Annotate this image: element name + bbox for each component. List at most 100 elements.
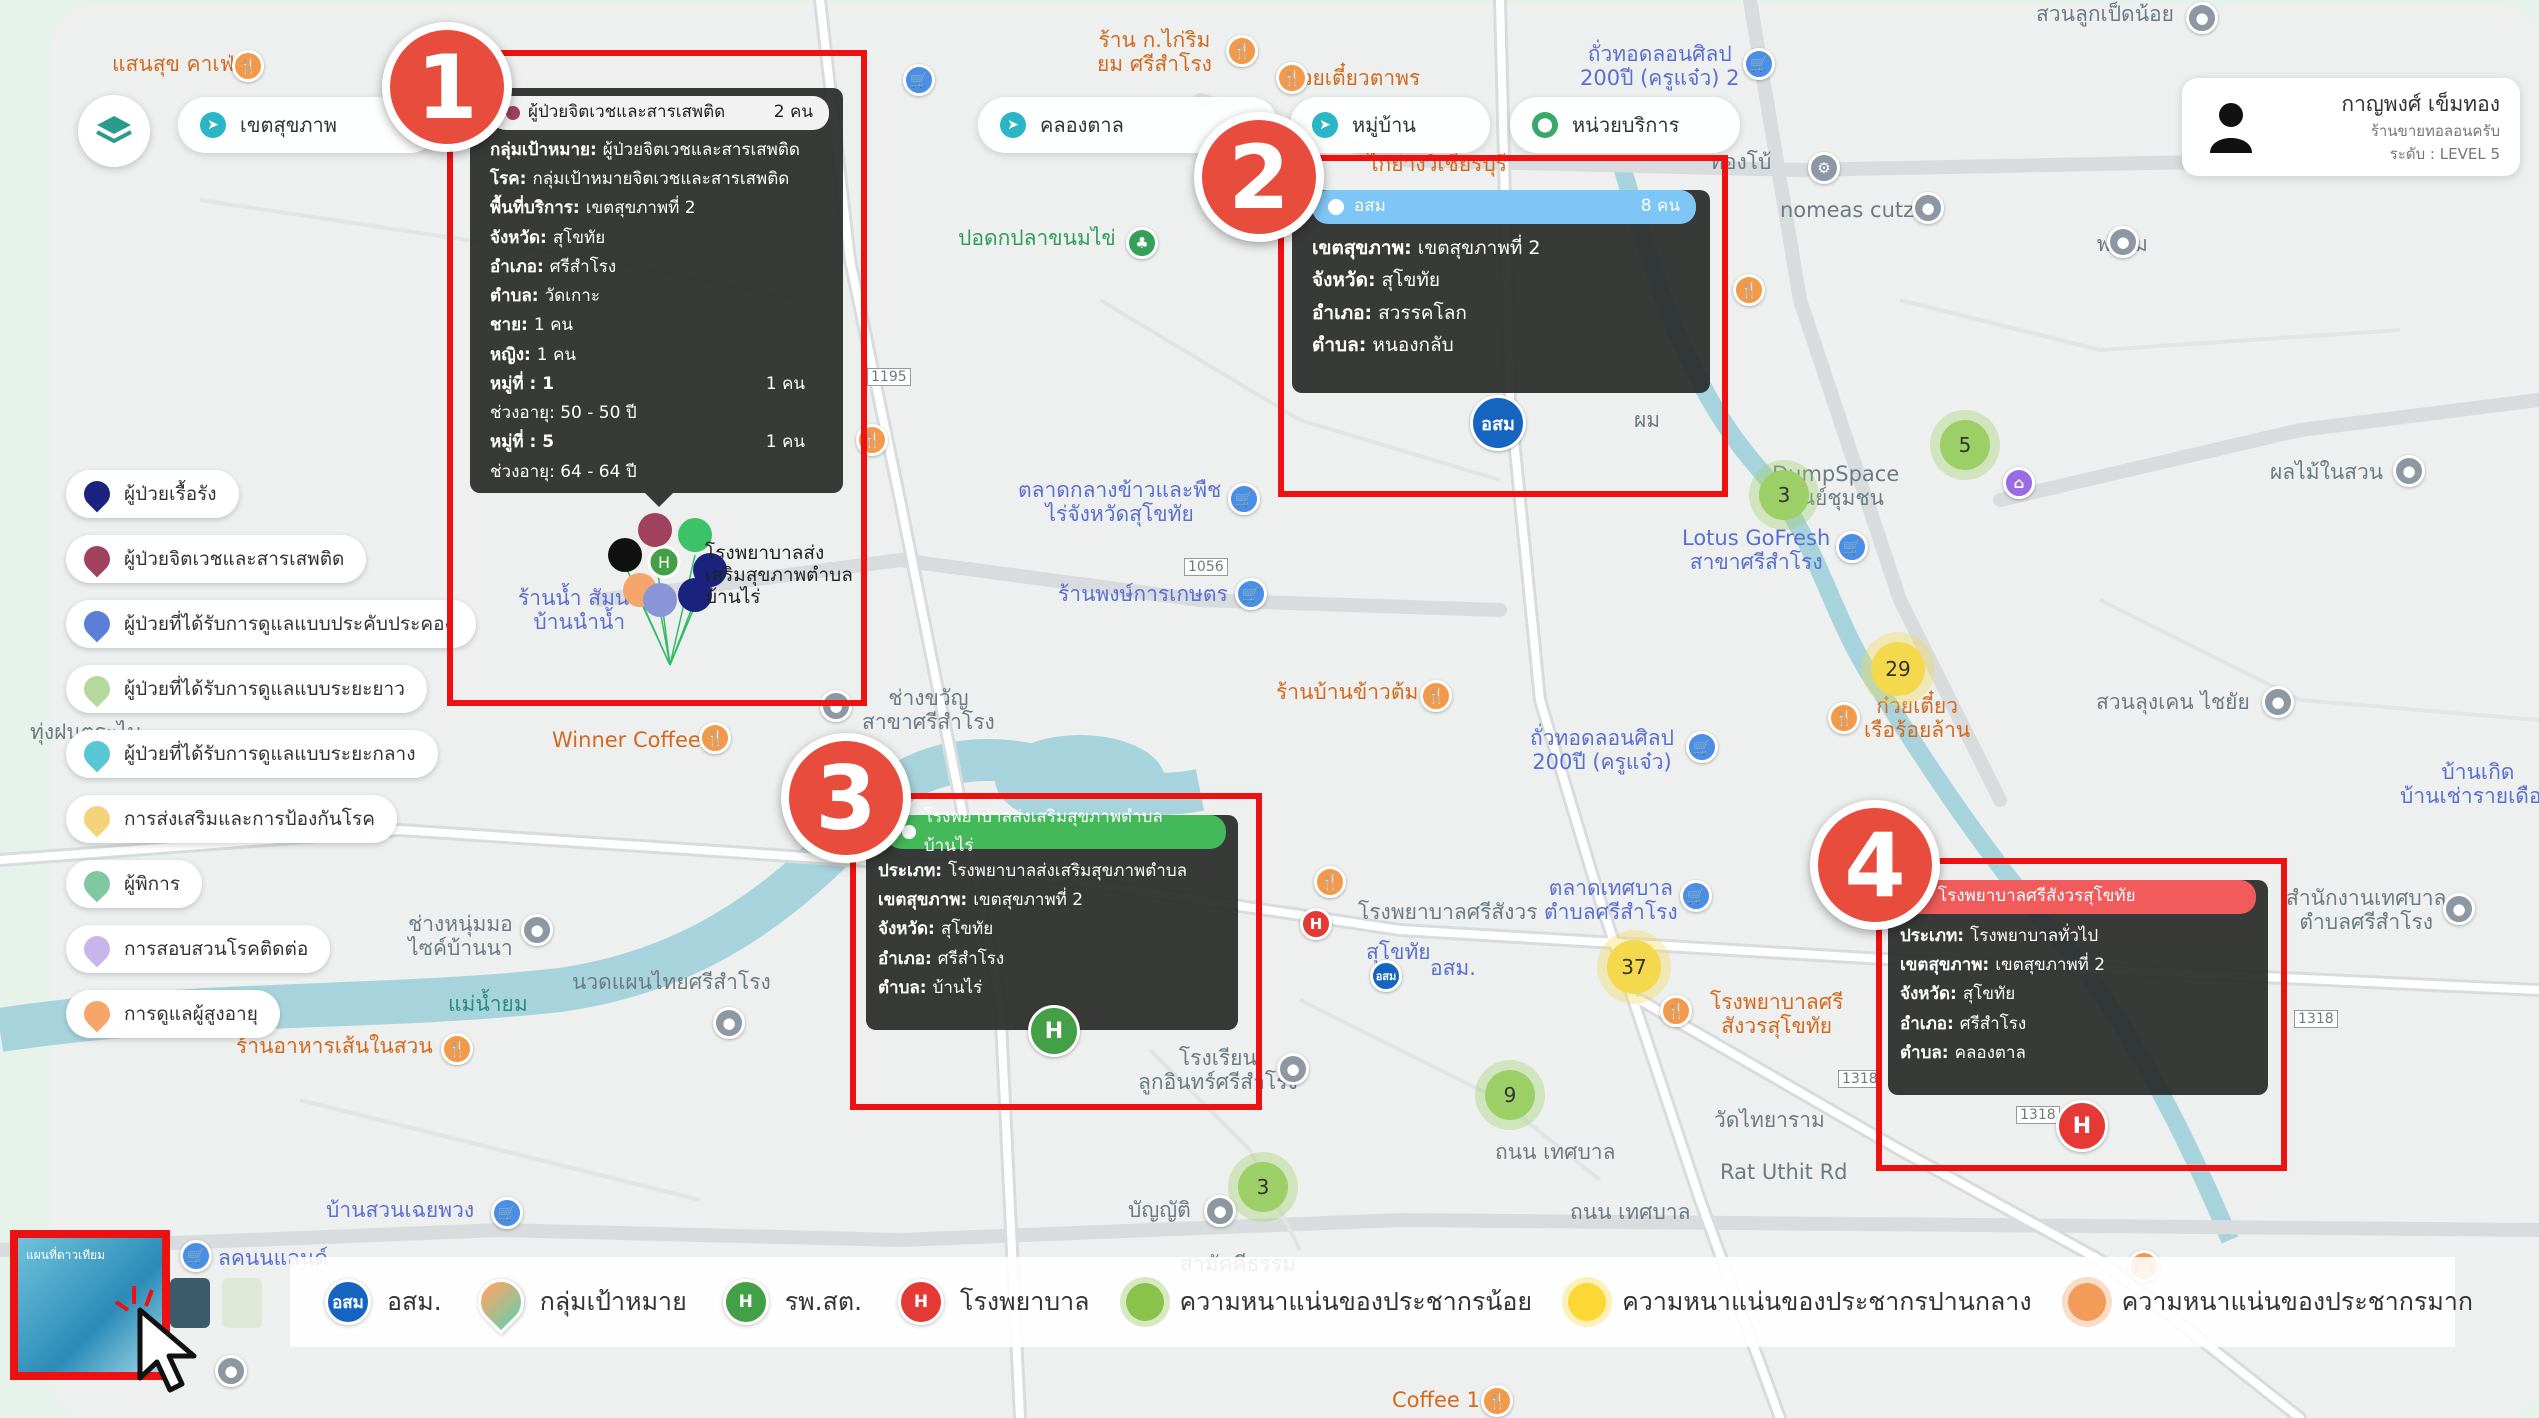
legend-pin-icon bbox=[78, 800, 116, 838]
restaurant-poi-icon[interactable]: 🍴 bbox=[1481, 1385, 1513, 1417]
map-place-label: Winner Coffee bbox=[552, 728, 701, 752]
legend-item[interactable]: การส่งเสริมและการป้องกันโรค bbox=[66, 795, 397, 843]
legend-item[interactable]: ผู้ป่วยเรื้อรัง bbox=[66, 470, 239, 518]
place-poi-icon[interactable]: ● bbox=[1912, 192, 1944, 224]
restaurant-poi-icon[interactable]: 🍴 bbox=[1733, 274, 1765, 306]
shopping-poi-icon[interactable]: ⌂ bbox=[2003, 467, 2035, 499]
hospital-poi-icon[interactable]: H bbox=[1300, 908, 1332, 940]
restaurant-poi-icon[interactable]: 🍴 bbox=[1314, 866, 1346, 898]
place-poi-icon[interactable]: ● bbox=[2393, 455, 2425, 487]
legend-pin-icon bbox=[78, 540, 116, 578]
symbol-legend-item: H รพ.สต. bbox=[722, 1279, 863, 1325]
chip-label: หน่วยบริการ bbox=[1572, 113, 1680, 137]
legend-label: ผู้ป่วยที่ได้รับการดูแลแบบประคับประคอง bbox=[124, 613, 454, 635]
symbol-legend-label: กลุ่มเป้าหมาย bbox=[539, 1287, 687, 1316]
restaurant-poi-icon[interactable]: 🍴 bbox=[1276, 62, 1308, 94]
shopping-poi-icon[interactable]: 🛒 bbox=[1836, 531, 1868, 563]
place-poi-icon[interactable]: ● bbox=[521, 914, 553, 946]
shopping-poi-icon[interactable]: 🛒 bbox=[1235, 578, 1267, 610]
basemap-option-terrain[interactable] bbox=[222, 1278, 262, 1328]
map-place-label: ก๋วยเตี๋ยว เรือร้อยล้าน bbox=[1864, 694, 1971, 743]
map-place-label: ถนน เทศบาล bbox=[1495, 1140, 1616, 1164]
legend-pin-icon bbox=[78, 605, 116, 643]
shopping-poi-icon[interactable]: 🛒 bbox=[1686, 731, 1718, 763]
map-place-label: ถั่วทอดลอนศิลป 200ปี (ครูแจ๋ว) 2 bbox=[1580, 42, 1740, 91]
basemap-thumb-label: แผนที่ดาวเทียม bbox=[26, 1248, 106, 1262]
chip-service-unit[interactable]: ⬤ หน่วยบริการ bbox=[1510, 97, 1740, 153]
restaurant-poi-icon[interactable]: 🍴 bbox=[1828, 702, 1860, 734]
restaurant-poi-icon[interactable]: 🍴 bbox=[1660, 995, 1692, 1027]
shopping-poi-icon[interactable]: 🛒 bbox=[1228, 483, 1260, 515]
symbol-legend-item: ความหนาแน่นของประชากรน้อย bbox=[1125, 1282, 1532, 1322]
shopping-poi-icon[interactable]: 🛒 bbox=[1743, 48, 1775, 80]
legend-item[interactable]: การสอบสวนโรคติดต่อ bbox=[66, 925, 331, 973]
place-poi-icon[interactable]: ● bbox=[1204, 1195, 1236, 1227]
cluster-marker[interactable]: 3 bbox=[1759, 470, 1809, 520]
annotation-box-2 bbox=[1278, 155, 1728, 497]
target-group-legend: ผู้ป่วยเรื้อรังผู้ป่วยจิตเวชและสารเสพติด… bbox=[66, 470, 476, 1055]
map-place-label: โรงพยาบาลศรีสังวร bbox=[1358, 900, 1538, 924]
cluster-marker[interactable]: 29 bbox=[1871, 642, 1925, 696]
restaurant-poi-icon[interactable]: 🍴 bbox=[699, 722, 731, 754]
park-poi-icon[interactable]: ♣ bbox=[1126, 227, 1158, 259]
legend-label: การสอบสวนโรคติดต่อ bbox=[124, 938, 309, 960]
map-symbol-legend: อสม อสม. กลุ่มเป้าหมาย H รพ.สต. H โรงพยาบาล ควา… bbox=[290, 1257, 2473, 1347]
map-place-label: สวนลูกเป็ดน้อย bbox=[2036, 2, 2174, 26]
legend-item[interactable]: ผู้พิการ bbox=[66, 860, 203, 908]
symbol-legend-item: ความหนาแน่นของประชากรปานกลาง bbox=[1568, 1282, 2032, 1322]
nav-arrow-icon: ➤ bbox=[1000, 112, 1026, 138]
map-place-label: Rat Uthit Rd bbox=[1720, 1160, 1848, 1184]
place-poi-icon[interactable]: ● bbox=[713, 1007, 745, 1039]
legend-pin-icon bbox=[78, 670, 116, 708]
legend-pin-icon bbox=[78, 475, 116, 513]
cluster-marker[interactable]: 9 bbox=[1485, 1070, 1535, 1120]
legend-item[interactable]: ผู้ป่วยที่ได้รับการดูแลแบบระยะกลาง bbox=[66, 730, 438, 778]
symbol-legend-label: โรงพยาบาล bbox=[960, 1287, 1090, 1316]
layers-button[interactable] bbox=[78, 95, 150, 167]
annotation-box-3 bbox=[850, 793, 1262, 1110]
map-place-label: แสนสุข คาเฟ่ bbox=[112, 52, 235, 76]
legend-item[interactable]: ผู้ป่วยจิตเวชและสารเสพติด bbox=[66, 535, 367, 583]
shopping-poi-icon[interactable]: 🛒 bbox=[903, 64, 935, 96]
density-symbol-icon bbox=[468, 1269, 534, 1335]
place-poi-icon[interactable]: ● bbox=[2107, 226, 2139, 258]
shopping-poi-icon[interactable]: 🛒 bbox=[1680, 880, 1712, 912]
place-poi-icon[interactable]: ● bbox=[1277, 1053, 1309, 1085]
symbol-legend-label: รพ.สต. bbox=[784, 1287, 863, 1316]
nav-arrow-icon: ➤ bbox=[1312, 112, 1338, 138]
symbol-legend-item: H โรงพยาบาล bbox=[898, 1279, 1090, 1325]
place-poi-icon[interactable]: ● bbox=[2186, 2, 2218, 34]
hospital-symbol-icon: H bbox=[722, 1279, 769, 1325]
restaurant-poi-icon[interactable]: 🍴 bbox=[232, 50, 264, 82]
density-symbol-icon bbox=[1125, 1283, 1164, 1321]
legend-label: ผู้ป่วยที่ได้รับการดูแลแบบระยะยาว bbox=[124, 678, 405, 700]
legend-item[interactable]: การดูแลผู้สูงอายุ bbox=[66, 990, 280, 1038]
restaurant-poi-icon[interactable]: 🍴 bbox=[1226, 35, 1258, 67]
cluster-marker[interactable]: 3 bbox=[1238, 1162, 1288, 1212]
place-poi-icon[interactable]: ⚙ bbox=[1808, 152, 1840, 184]
chip-label: เขตสุขภาพ bbox=[240, 113, 337, 137]
density-symbol-icon bbox=[1568, 1283, 1607, 1321]
cluster-marker[interactable]: 5 bbox=[1940, 420, 1990, 470]
place-poi-icon[interactable]: ● bbox=[2262, 686, 2294, 718]
map-place-label: บัญญัติ bbox=[1128, 1198, 1191, 1222]
legend-label: ผู้ป่วยที่ได้รับการดูแลแบบระยะกลาง bbox=[124, 743, 416, 765]
shopping-poi-icon[interactable]: 🛒 bbox=[491, 1197, 523, 1229]
restaurant-poi-icon[interactable]: 🍴 bbox=[441, 1033, 473, 1065]
symbol-legend-item: ความหนาแน่นของประชากรมาก bbox=[2067, 1282, 2473, 1322]
chip-village[interactable]: ➤ หมู่บ้าน bbox=[1290, 97, 1490, 153]
legend-item[interactable]: ผู้ป่วยที่ได้รับการดูแลแบบระยะยาว bbox=[66, 665, 427, 713]
restaurant-poi-icon[interactable]: 🍴 bbox=[1420, 680, 1452, 712]
map-place-label: บ้านเกิด บ้านเช่ารายเดือน bbox=[2400, 760, 2539, 809]
callout-badge-1: 1 bbox=[382, 22, 512, 152]
cursor-pointer-icon bbox=[114, 1286, 197, 1393]
shopping-poi-icon[interactable]: 🛒 bbox=[180, 1240, 212, 1272]
cluster-marker[interactable]: 37 bbox=[1607, 940, 1661, 994]
map-place-label: ร้านบ้านข้าวต้ม bbox=[1276, 680, 1419, 704]
map-place-label: 1318 bbox=[2294, 1010, 2338, 1029]
legend-item[interactable]: ผู้ป่วยที่ได้รับการดูแลแบบประคับประคอง bbox=[66, 600, 476, 648]
volunteer-poi-icon[interactable]: อสม bbox=[1370, 960, 1402, 992]
place-poi-icon[interactable]: ● bbox=[2443, 893, 2475, 925]
volunteer-symbol-icon: อสม bbox=[325, 1279, 371, 1325]
user-profile-card[interactable]: กาญพงศ์ เข็มทอง ร้านขายทอลอนครับ ระดับ :… bbox=[2182, 78, 2520, 176]
